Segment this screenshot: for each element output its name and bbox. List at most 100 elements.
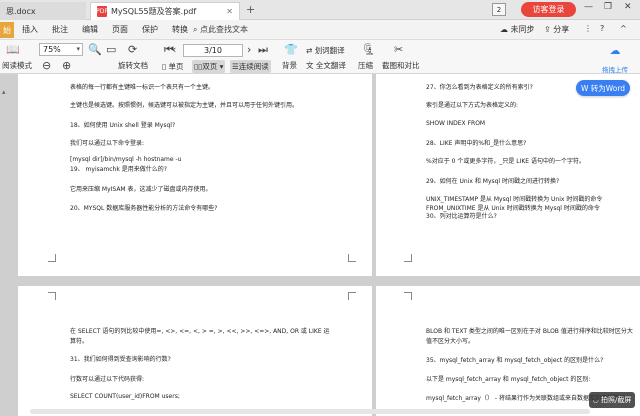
convert-to-word-label: 转为Word [590,83,626,93]
menu-edit[interactable]: 编辑 [82,24,98,35]
text-line: 29、如何在 Unix 和 Mysql 时间戳之间进行转换? [426,178,560,185]
sync-status[interactable]: ☁ 未同步 [500,24,535,35]
zoom-value: 75% [43,45,61,54]
menu-page[interactable]: 页面 [112,24,128,35]
text-line: 18、如何使用 Unix shell 登录 Mysql? [70,122,176,129]
document-view[interactable]: ▴ 表格的每一行都有主键唯一标识一个表只有一个主键。 主键也是候选键。按照惯例，… [0,74,640,416]
menu-protect[interactable]: 保护 [142,24,158,35]
crop-mark [404,254,412,262]
share-button[interactable]: ⇪ 分享 [544,24,569,35]
double-page-button[interactable]: ▯▯双页 ▾ [192,60,226,73]
minimize-icon[interactable]: — [584,2,593,12]
compress-button[interactable]: 压缩 [358,60,373,71]
cloud-upload-label: 拖拽上传 [602,66,628,74]
text-line: 35、mysql_fetch_array 和 mysql_fetch_objec… [426,357,604,364]
screenshot-icon: ✂ [394,43,404,56]
screenshot-compare-button[interactable]: 截图和对比 [382,60,420,71]
maximize-icon[interactable]: ❐ [604,2,612,12]
fit-page-icon[interactable]: ▭ [106,43,116,56]
single-page-label: 单页 [168,62,184,71]
tab-pdf[interactable]: PDF MySQL55题及答案.pdf ✕ [90,2,240,20]
full-translate-icon: 文 [306,61,314,70]
read-mode-icon: 📖 [6,43,20,56]
tab-pdf-label: MySQL55题及答案.pdf [111,7,197,16]
collapse-ribbon-icon[interactable]: ^ [620,24,627,33]
rotate-document-button[interactable]: 旋转文档 [118,60,148,71]
text-line: 20、MYSQL 数据库服务器性能分析的方法命令有哪些? [70,205,218,212]
search-label: 点此查找文本 [200,25,249,34]
search-icon: ⌕ [193,25,198,34]
text-line: 30、列对比运算符是什么? [426,213,497,220]
single-page-icon: ▯ [162,62,167,71]
single-page-button[interactable]: ▯ 单页 [162,61,184,72]
zoom-out-icon[interactable]: ⊖ [42,59,51,72]
crop-mark [348,292,356,300]
text-line: 它用来压缩 MyISAM 表，这减少了磁盘或内存使用。 [70,186,212,193]
text-line: 以下是 mysql_fetch_array 和 mysql_fetch_obje… [426,376,591,383]
visitor-login-button[interactable]: 访客登录 [521,2,576,17]
share-label: 分享 [553,25,570,34]
text-line: 28、LIKE 声明中的%和_是什么意思? [426,140,527,147]
continuous-read-button[interactable]: ☰连续阅读 [230,60,271,73]
crop-mark [48,254,56,262]
continuous-label: 连续阅读 [238,62,269,71]
tab-docx-label: 思.docx [6,6,36,16]
text-line: 19、 myisamchk 是用来做什么的? [70,166,167,173]
text-line: 27、你怎么看到为表格定义的所有索引? [426,84,533,91]
page-number-input[interactable]: 3/10 [183,44,243,57]
continuous-icon: ☰ [232,62,239,71]
zoom-magnifier-icon[interactable]: 🔍 [88,43,102,56]
menu-insert[interactable]: 插入 [22,24,38,35]
horizontal-scrollbar[interactable] [30,409,590,414]
more-menu-icon[interactable]: ⋮ [584,24,592,33]
window-count-badge[interactable]: 2 [492,3,506,16]
ribbon-toolbar: 📖 阅读模式 75% ▾ ⊖ ⊕ 🔍 ▭ ⟳ 旋转文档 ⏮ ‹ 3/10 › ⏭ … [0,40,640,74]
rotate-icon: ⟳ [128,43,138,56]
close-tab-icon[interactable]: ✕ [226,7,233,16]
add-tab-button[interactable]: + [246,3,255,16]
text-line: BLOB 和 TEXT 类型之间的唯一区别在于对 BLOB 值进行排序和比较时区… [426,328,633,335]
text-line: SHOW INDEX FROM [426,120,486,127]
text-line: 我们可以通过以下命令登录: [70,140,145,147]
crop-mark [348,254,356,262]
double-page-label: 双页 [202,62,218,71]
text-line: 主键也是候选键。按照惯例，候选键可以被指定为主键，并且可以用于任何外键引用。 [70,102,299,109]
page-right-top: 27、你怎么看到为表格定义的所有索引? 索引是通过以下方式为表格定义的: SHO… [376,74,640,276]
cloud-icon: ☁ [609,44,621,57]
tab-bar: 思.docx PDF MySQL55题及答案.pdf ✕ + 2 访客登录 — … [0,0,640,20]
text-line: 表格的每一行都有主键唯一标识一个表只有一个主键。 [70,84,215,91]
translate-select-label: 划词翻译 [314,46,345,55]
next-page-icon[interactable]: › [247,43,251,56]
page-left-bottom: 在 SELECT 语句的列比较中使用=, <>, <=, <, > =, >, … [18,286,372,416]
text-line: 31、我们如何得到受查询影响的行数? [70,356,171,363]
full-translate-button[interactable]: 文 全文翻译 [306,60,346,71]
tab-docx[interactable]: 思.docx [0,2,86,20]
close-window-icon[interactable]: ✕ [624,2,632,12]
text-line: 在 SELECT 语句的列比较中使用=, <>, <=, <, > =, >, … [70,328,330,335]
prev-page-icon[interactable]: ‹ [172,43,176,56]
find-text-search[interactable]: ⌕ 点此查找文本 [193,24,248,35]
sync-label: 未同步 [510,25,535,34]
crop-mark [48,292,56,300]
crop-mark [404,292,412,300]
pdf-icon: PDF [96,6,108,17]
page-left-top: 表格的每一行都有主键唯一标识一个表只有一个主键。 主键也是候选键。按照惯例，候选… [18,74,372,276]
translate-select-button[interactable]: ⇄ 划词翻译 [306,45,345,56]
last-page-icon[interactable]: ⏭ [258,43,268,57]
text-line: %对应于 0 个或更多字符，_只是 LIKE 语句中的一个字符。 [426,158,585,165]
background-icon: 👕 [284,43,298,56]
menu-convert[interactable]: 转换 [172,24,188,35]
background-button[interactable]: 背景 [282,60,297,71]
scroll-up-icon[interactable]: ▴ [2,88,6,96]
zoom-in-icon[interactable]: ⊕ [62,59,71,72]
menu-comment[interactable]: 批注 [52,24,68,35]
text-line: SELECT COUNT(user_id)FROM users; [70,393,180,400]
convert-to-word-button[interactable]: W 转为Word [576,80,630,96]
help-icon[interactable]: ? [600,24,604,33]
zoom-select[interactable]: 75% ▾ [39,43,83,56]
translate-icon: ⇄ [306,46,313,55]
cloud-upload-button[interactable]: ☁ 拖拽上传 [596,44,634,75]
menu-start[interactable]: 始 [0,22,14,38]
read-mode-button[interactable]: 阅读模式 [2,60,32,71]
capture-bubble[interactable]: ◡ 拍照/截屏 [589,392,635,408]
